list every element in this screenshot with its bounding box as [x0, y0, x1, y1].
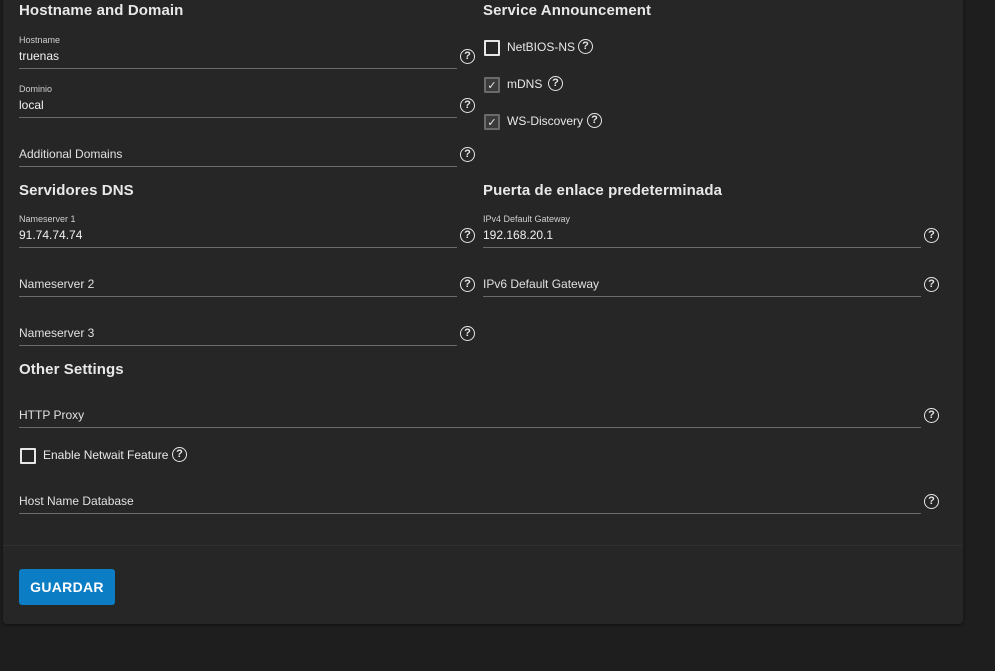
- host-name-database-field[interactable]: Host Name Database: [19, 482, 921, 514]
- netbios-label: NetBIOS-NS: [507, 40, 576, 54]
- additional-domains-placeholder: Additional Domains: [19, 147, 123, 161]
- hostname-underline: [19, 68, 457, 69]
- nameserver-3-underline: [19, 345, 457, 346]
- ipv6-gateway-placeholder: IPv6 Default Gateway: [483, 277, 600, 291]
- section-title-gateway: Puerta de enlace predeterminada: [483, 182, 723, 199]
- hostname-field[interactable]: Hostname truenas: [19, 35, 457, 69]
- domain-field[interactable]: Dominio local: [19, 84, 457, 118]
- http-proxy-placeholder: HTTP Proxy: [19, 408, 85, 422]
- netbios-help-icon[interactable]: ?: [578, 39, 593, 54]
- domain-value[interactable]: local: [19, 98, 44, 112]
- domain-underline: [19, 117, 457, 118]
- check-icon: ✓: [487, 116, 497, 129]
- http-proxy-field[interactable]: HTTP Proxy: [19, 396, 921, 428]
- netbios-checkbox[interactable]: [484, 40, 500, 56]
- additional-domains-underline: [19, 166, 457, 167]
- domain-help-icon[interactable]: ?: [460, 98, 475, 113]
- ws-discovery-label: WS-Discovery: [507, 114, 584, 128]
- nameserver-1-label: Nameserver 1: [19, 214, 76, 224]
- additional-domains-help-icon[interactable]: ?: [460, 147, 475, 162]
- ipv6-gateway-field[interactable]: IPv6 Default Gateway: [483, 265, 921, 297]
- http-proxy-underline: [19, 427, 921, 428]
- domain-label: Dominio: [19, 84, 53, 94]
- ws-discovery-help-icon[interactable]: ?: [587, 113, 602, 128]
- ipv4-gateway-value[interactable]: 192.168.20.1: [483, 228, 553, 242]
- section-title-announcement: Service Announcement: [483, 2, 652, 19]
- mdns-label: mDNS: [507, 77, 543, 91]
- ipv4-gateway-label: IPv4 Default Gateway: [483, 214, 571, 224]
- save-button[interactable]: GUARDAR: [19, 569, 115, 605]
- host-name-database-placeholder: Host Name Database: [19, 494, 134, 508]
- section-title-dns: Servidores DNS: [19, 182, 134, 199]
- ipv4-gateway-field[interactable]: IPv4 Default Gateway 192.168.20.1: [483, 214, 921, 248]
- nameserver-2-underline: [19, 296, 457, 297]
- ipv6-gateway-help-icon[interactable]: ?: [924, 277, 939, 292]
- nameserver-3-placeholder: Nameserver 3: [19, 326, 95, 340]
- nameserver-1-help-icon[interactable]: ?: [460, 228, 475, 243]
- mdns-help-icon[interactable]: ?: [548, 76, 563, 91]
- section-title-hostname: Hostname and Domain: [19, 2, 184, 19]
- additional-domains-field[interactable]: Additional Domains: [19, 135, 457, 167]
- ws-discovery-checkbox[interactable]: ✓: [484, 114, 500, 130]
- section-title-other: Other Settings: [19, 361, 124, 378]
- nameserver-1-field[interactable]: Nameserver 1 91.74.74.74: [19, 214, 457, 248]
- netwait-label: Enable Netwait Feature: [43, 448, 169, 462]
- hostname-help-icon[interactable]: ?: [460, 49, 475, 64]
- nameserver-1-value[interactable]: 91.74.74.74: [19, 228, 82, 242]
- nameserver-1-underline: [19, 247, 457, 248]
- ipv4-gateway-underline: [483, 247, 921, 248]
- ipv4-gateway-help-icon[interactable]: ?: [924, 228, 939, 243]
- nameserver-2-placeholder: Nameserver 2: [19, 277, 95, 291]
- netwait-help-icon[interactable]: ?: [172, 447, 187, 462]
- mdns-checkbox[interactable]: ✓: [484, 77, 500, 93]
- hostname-value[interactable]: truenas: [19, 49, 59, 63]
- actions-divider: [3, 545, 963, 546]
- host-name-database-underline: [19, 513, 921, 514]
- http-proxy-help-icon[interactable]: ?: [924, 408, 939, 423]
- nameserver-3-field[interactable]: Nameserver 3: [19, 314, 457, 346]
- ipv6-gateway-underline: [483, 296, 921, 297]
- host-name-database-help-icon[interactable]: ?: [924, 494, 939, 509]
- hostname-label: Hostname: [19, 35, 61, 45]
- nameserver-3-help-icon[interactable]: ?: [460, 326, 475, 341]
- nameserver-2-help-icon[interactable]: ?: [460, 277, 475, 292]
- netwait-checkbox[interactable]: [20, 448, 36, 464]
- check-icon: ✓: [487, 79, 497, 92]
- nameserver-2-field[interactable]: Nameserver 2: [19, 265, 457, 297]
